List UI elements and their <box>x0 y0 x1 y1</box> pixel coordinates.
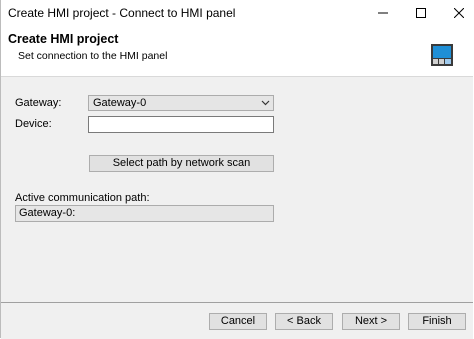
gateway-label: Gateway: <box>15 97 62 109</box>
wizard-header: Create HMI project Set connection to the… <box>1 26 473 77</box>
active-path-field: Gateway-0: <box>15 205 274 222</box>
close-icon <box>454 8 464 18</box>
hmi-panel-icon <box>431 44 453 66</box>
back-button[interactable]: < Back <box>275 313 333 330</box>
device-label: Device: <box>15 118 52 130</box>
minimize-icon <box>378 12 388 14</box>
finish-button[interactable]: Finish <box>408 313 466 330</box>
title-bar[interactable]: Create HMI project - Connect to HMI pane… <box>1 0 473 26</box>
wizard-footer: Cancel < Back Next > Finish <box>1 302 473 339</box>
close-button[interactable] <box>439 0 474 26</box>
gateway-selected-value: Gateway-0 <box>93 97 147 109</box>
header-title: Create HMI project <box>8 32 119 46</box>
gateway-select[interactable]: Gateway-0 <box>88 95 274 111</box>
header-subtitle: Set connection to the HMI panel <box>18 50 168 62</box>
network-scan-button[interactable]: Select path by network scan <box>89 155 274 172</box>
maximize-button[interactable] <box>401 0 441 26</box>
dialog-window: Create HMI project - Connect to HMI pane… <box>0 0 473 339</box>
device-input[interactable] <box>88 116 274 133</box>
next-button[interactable]: Next > <box>342 313 400 330</box>
active-path-value: Gateway-0: <box>19 207 76 219</box>
wizard-content: Gateway: Gateway-0 Device: Select path b… <box>1 77 473 302</box>
minimize-button[interactable] <box>363 0 403 26</box>
active-path-label: Active communication path: <box>15 192 150 204</box>
maximize-icon <box>416 8 426 18</box>
window-title: Create HMI project - Connect to HMI pane… <box>8 6 236 20</box>
chevron-down-icon <box>261 100 270 106</box>
cancel-button[interactable]: Cancel <box>209 313 267 330</box>
